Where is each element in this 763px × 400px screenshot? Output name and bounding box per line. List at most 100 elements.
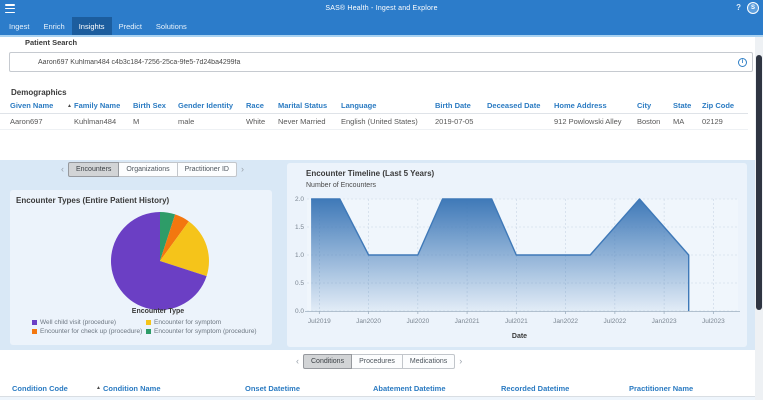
conditions-header-abatement-datetime[interactable]: Abatement Datetime xyxy=(373,381,501,396)
demographics-table: Given Name ▲Family NameBirth SexGender Id… xyxy=(0,99,748,130)
legend-swatch-icon xyxy=(32,329,37,334)
nav-item-enrich[interactable]: Enrich xyxy=(36,17,71,35)
conditions-header-row: Condition Code ▲Condition NameOnset Datet… xyxy=(0,381,755,396)
top-bar: SAS® Health - Ingest and Explore ? S Ing… xyxy=(0,0,763,35)
detail-tab-medications[interactable]: Medications xyxy=(403,354,455,369)
record-tab-practitioner-id[interactable]: Practitioner ID xyxy=(178,162,237,177)
demographics-header-language[interactable]: Language xyxy=(341,99,435,113)
sort-ascending-icon: ▲ xyxy=(67,103,72,109)
legend-label: Well child visit (procedure) xyxy=(40,319,116,326)
patient-search-label: Patient Search xyxy=(25,38,77,47)
legend-item-encounter-for-check-up-procedure[interactable]: Encounter for check up (procedure) xyxy=(32,328,146,335)
y-tick-label: 2.0 xyxy=(295,196,304,203)
timeline-chart: 0.00.51.01.52.0Jul2019Jan2020Jul2020Jan2… xyxy=(292,193,742,333)
sas-health-app: { "app": { "title": "SAS® Health - Inges… xyxy=(0,0,763,400)
demographics-header-birth-sex[interactable]: Birth Sex xyxy=(133,99,178,113)
demographics-cell: Never Married xyxy=(278,113,341,129)
demographics-body: Aaron697Kuhlman484MmaleWhiteNever Marrie… xyxy=(0,113,748,129)
chevron-right-icon[interactable]: › xyxy=(455,354,466,369)
y-tick-label: 0.0 xyxy=(295,308,304,315)
demographics-row[interactable]: Aaron697Kuhlman484MmaleWhiteNever Marrie… xyxy=(0,113,748,129)
demographics-heading: Demographics xyxy=(11,88,67,97)
record-tab-encounters[interactable]: Encounters xyxy=(68,162,119,177)
legend-label: Encounter for symptom xyxy=(154,319,221,326)
nav-item-ingest[interactable]: Ingest xyxy=(2,17,36,35)
demographics-header-birth-date[interactable]: Birth Date xyxy=(435,99,487,113)
x-tick-label: Jan2022 xyxy=(553,318,578,325)
record-tab-buttons: EncountersOrganizationsPractitioner ID xyxy=(68,162,237,177)
demographics-cell: male xyxy=(178,113,246,129)
record-tab-organizations[interactable]: Organizations xyxy=(119,162,177,177)
conditions-header-condition-code[interactable]: Condition Code ▲ xyxy=(0,381,103,396)
conditions-header-onset-datetime[interactable]: Onset Datetime xyxy=(245,381,373,396)
conditions-header-practitioner-name[interactable]: Practitioner Name xyxy=(629,381,755,396)
info-icon[interactable]: i xyxy=(738,58,747,67)
demographics-header-marital-status[interactable]: Marital Status xyxy=(278,99,341,113)
nav-item-predict[interactable]: Predict xyxy=(112,17,149,35)
column-label: Given Name xyxy=(10,101,53,110)
timeline-chart-title: Encounter Timeline (Last 5 Years) xyxy=(306,169,434,178)
demographics-header-deceased-date[interactable]: Deceased Date xyxy=(487,99,554,113)
chevron-right-icon[interactable]: › xyxy=(237,162,248,177)
demographics-cell: MA xyxy=(673,113,702,129)
conditions-header-recorded-datetime[interactable]: Recorded Datetime xyxy=(501,381,629,396)
timeline-x-axis-label: Date xyxy=(302,333,737,340)
demographics-cell: Kuhlman484 xyxy=(74,113,133,129)
nav-underline xyxy=(0,35,763,37)
demographics-cell: English (United States) xyxy=(341,113,435,129)
detail-tab-conditions[interactable]: Conditions xyxy=(303,354,352,369)
demographics-header-gender-identity[interactable]: Gender Identity xyxy=(178,99,246,113)
nav-item-insights[interactable]: Insights xyxy=(72,17,112,35)
x-tick-label: Jul2023 xyxy=(702,318,725,325)
legend-swatch-icon xyxy=(32,320,37,325)
x-tick-label: Jul2019 xyxy=(308,318,331,325)
demographics-header-home-address[interactable]: Home Address xyxy=(554,99,637,113)
legend-label: Encounter for symptom (procedure) xyxy=(154,328,257,335)
vertical-scrollbar[interactable] xyxy=(755,37,763,400)
demographics-cell: M xyxy=(133,113,178,129)
legend-item-encounter-for-symptom-procedure[interactable]: Encounter for symptom (procedure) xyxy=(146,328,257,335)
detail-tab-procedures[interactable]: Procedures xyxy=(352,354,403,369)
demographics-cell: 02129 xyxy=(702,113,748,129)
nav-tabs: IngestEnrichInsightsPredictSolutions xyxy=(0,17,763,35)
demographics-header-state[interactable]: State xyxy=(673,99,702,113)
legend-swatch-icon xyxy=(146,320,151,325)
x-tick-label: Jul2022 xyxy=(603,318,626,325)
y-tick-label: 1.0 xyxy=(295,252,304,259)
demographics-header-given-name[interactable]: Given Name ▲ xyxy=(0,99,74,113)
legend-item-encounter-for-symptom[interactable]: Encounter for symptom xyxy=(146,319,257,326)
sort-ascending-icon: ▲ xyxy=(96,385,101,391)
nav-item-solutions[interactable]: Solutions xyxy=(149,17,194,35)
detail-tab-buttons: ConditionsProceduresMedications xyxy=(303,354,455,369)
demographics-header-race[interactable]: Race xyxy=(246,99,278,113)
x-tick-label: Jan2020 xyxy=(356,318,381,325)
timeline-chart-card: Encounter Timeline (Last 5 Years) Number… xyxy=(287,163,747,347)
demographics-cell: Boston xyxy=(637,113,673,129)
x-tick-label: Jul2021 xyxy=(505,318,528,325)
demographics-header-zip-code[interactable]: Zip Code xyxy=(702,99,748,113)
x-tick-label: Jan2021 xyxy=(455,318,480,325)
column-label: Condition Code xyxy=(12,384,68,393)
demographics-header-family-name[interactable]: Family Name xyxy=(74,99,133,113)
record-tabs: ‹ EncountersOrganizationsPractitioner ID… xyxy=(57,162,248,177)
chevron-left-icon[interactable]: ‹ xyxy=(57,162,68,177)
demographics-header-city[interactable]: City xyxy=(637,99,673,113)
legend-swatch-icon xyxy=(146,329,151,334)
pie-legend: Well child visit (procedure) Encounter fo… xyxy=(32,319,257,335)
demographics-cell: 912 Powlowski Alley xyxy=(554,113,637,129)
chevron-left-icon[interactable]: ‹ xyxy=(292,354,303,369)
patient-search-input[interactable] xyxy=(9,52,753,72)
help-icon[interactable]: ? xyxy=(736,3,741,12)
legend-item-well-child-visit-procedure[interactable]: Well child visit (procedure) xyxy=(32,319,146,326)
detail-tabs: ‹ ConditionsProceduresMedications › xyxy=(292,354,466,369)
demographics-cell: White xyxy=(246,113,278,129)
y-tick-label: 1.5 xyxy=(295,224,304,231)
scrollbar-thumb[interactable] xyxy=(756,55,762,310)
legend-label: Encounter for check up (procedure) xyxy=(40,328,142,335)
x-tick-label: Jan2023 xyxy=(652,318,677,325)
pie-legend-title: Encounter Type xyxy=(30,308,286,315)
conditions-header-condition-name[interactable]: Condition Name xyxy=(103,381,245,396)
y-tick-label: 0.5 xyxy=(295,280,304,287)
avatar[interactable]: S xyxy=(747,2,759,14)
demographics-header-row: Given Name ▲Family NameBirth SexGender Id… xyxy=(0,99,748,113)
